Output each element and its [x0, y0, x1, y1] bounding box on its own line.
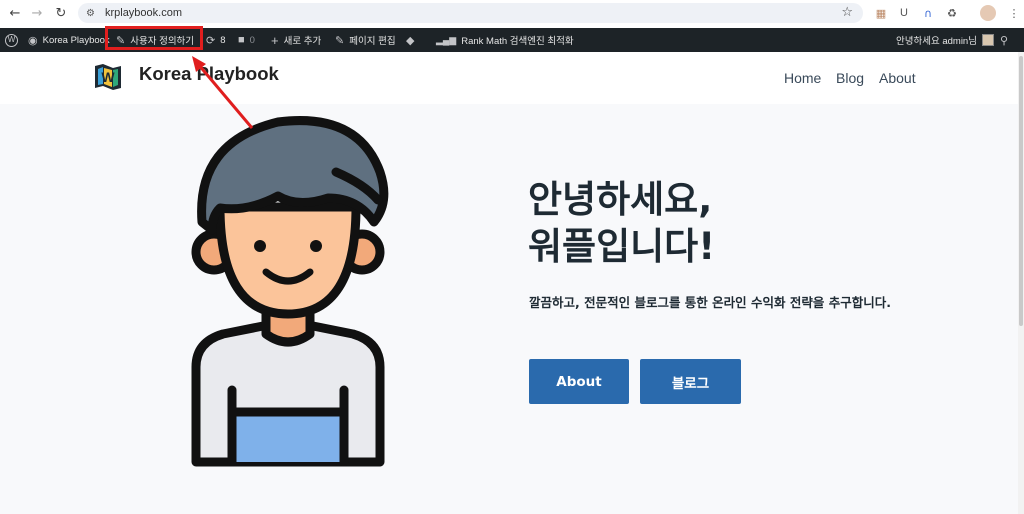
hero-title: 안녕하세요, 워플입니다! — [528, 176, 715, 270]
plus-icon: + — [271, 32, 279, 48]
menu-home[interactable]: Home — [784, 70, 821, 86]
menu-about[interactable]: About — [879, 70, 916, 86]
wordpress-logo[interactable]: W — [5, 28, 18, 52]
admin-site-link[interactable]: ◉ Korea Playbook — [28, 28, 110, 52]
extension-u-icon[interactable]: U — [896, 5, 912, 21]
my-account-link[interactable]: 안녕하세요 admin님 — [896, 28, 994, 52]
new-content-link[interactable]: + 새로 추가 — [271, 28, 321, 52]
pencil-icon: ✎ — [335, 34, 345, 47]
new-label: 새로 추가 — [283, 36, 322, 47]
site-settings-icon[interactable]: ⚙ — [86, 8, 95, 19]
comment-icon: ■ — [238, 34, 245, 46]
star-icon[interactable]: ☆ — [841, 5, 853, 20]
blog-button[interactable]: 블로그 — [640, 359, 741, 404]
extensions-puzzle-icon[interactable]: ♻ — [944, 5, 960, 21]
diamond-link[interactable]: ◆ — [406, 28, 414, 52]
admin-site-name: Korea Playbook — [42, 34, 110, 46]
svg-text:W: W — [101, 69, 115, 85]
search-icon: ⚲ — [1000, 34, 1009, 47]
address-bar[interactable]: ⚙ krplaybook.com ☆ — [78, 3, 863, 23]
updates-link[interactable]: ⟳ 8 — [206, 28, 226, 52]
comments-count: 0 — [249, 34, 255, 46]
hero-title-line1: 안녕하세요, — [528, 178, 713, 221]
hero-description: 깔끔하고, 전문적인 블로그를 통한 온라인 수익화 전략을 추구합니다. — [529, 295, 891, 310]
rank-math-link[interactable]: ▂▄▆ Rank Math 검색엔진 최적화 — [436, 28, 574, 52]
comments-link[interactable]: ■ 0 — [238, 28, 255, 52]
reload-icon[interactable]: ↻ — [50, 2, 72, 24]
extension-note-icon[interactable]: ▦ — [873, 5, 889, 21]
wordpress-icon: W — [5, 33, 18, 47]
url-text: krplaybook.com — [104, 7, 183, 19]
menu-icon[interactable]: ⋮ — [1006, 5, 1022, 21]
back-icon[interactable]: ← — [4, 2, 26, 24]
about-button[interactable]: About — [529, 359, 629, 404]
updates-icon: ⟳ — [206, 34, 216, 47]
admin-search[interactable]: ⚲ — [1000, 28, 1008, 52]
extension-arc-icon[interactable]: ∩ — [920, 5, 936, 21]
scrollbar-thumb[interactable] — [1019, 56, 1023, 326]
admin-avatar — [981, 34, 994, 46]
forward-icon[interactable]: → — [26, 2, 48, 24]
hero-title-line2: 워플입니다! — [528, 225, 716, 268]
avatar-illustration — [191, 116, 389, 467]
site-brand[interactable]: Korea Playbook — [139, 63, 279, 85]
edit-page-link[interactable]: ✎ 페이지 편집 — [335, 28, 396, 52]
edit-page-label: 페이지 편집 — [349, 36, 396, 47]
rank-math-icon: ▂▄▆ — [436, 34, 457, 45]
updates-count: 8 — [220, 34, 226, 46]
site-logo-icon[interactable]: W — [92, 61, 124, 93]
greeting-label: 안녕하세요 admin님 — [896, 36, 977, 47]
diamond-icon: ◆ — [406, 34, 415, 47]
rank-math-label: Rank Math 검색엔진 최적화 — [461, 36, 574, 47]
highlight-box — [105, 26, 203, 50]
menu-blog[interactable]: Blog — [836, 70, 864, 86]
browser-toolbar: ← → ↻ ⚙ krplaybook.com ☆ ▦ U ∩ ♻ ⋮ — [0, 0, 1024, 27]
profile-icon[interactable] — [980, 5, 996, 21]
dashboard-icon: ◉ — [28, 34, 38, 47]
